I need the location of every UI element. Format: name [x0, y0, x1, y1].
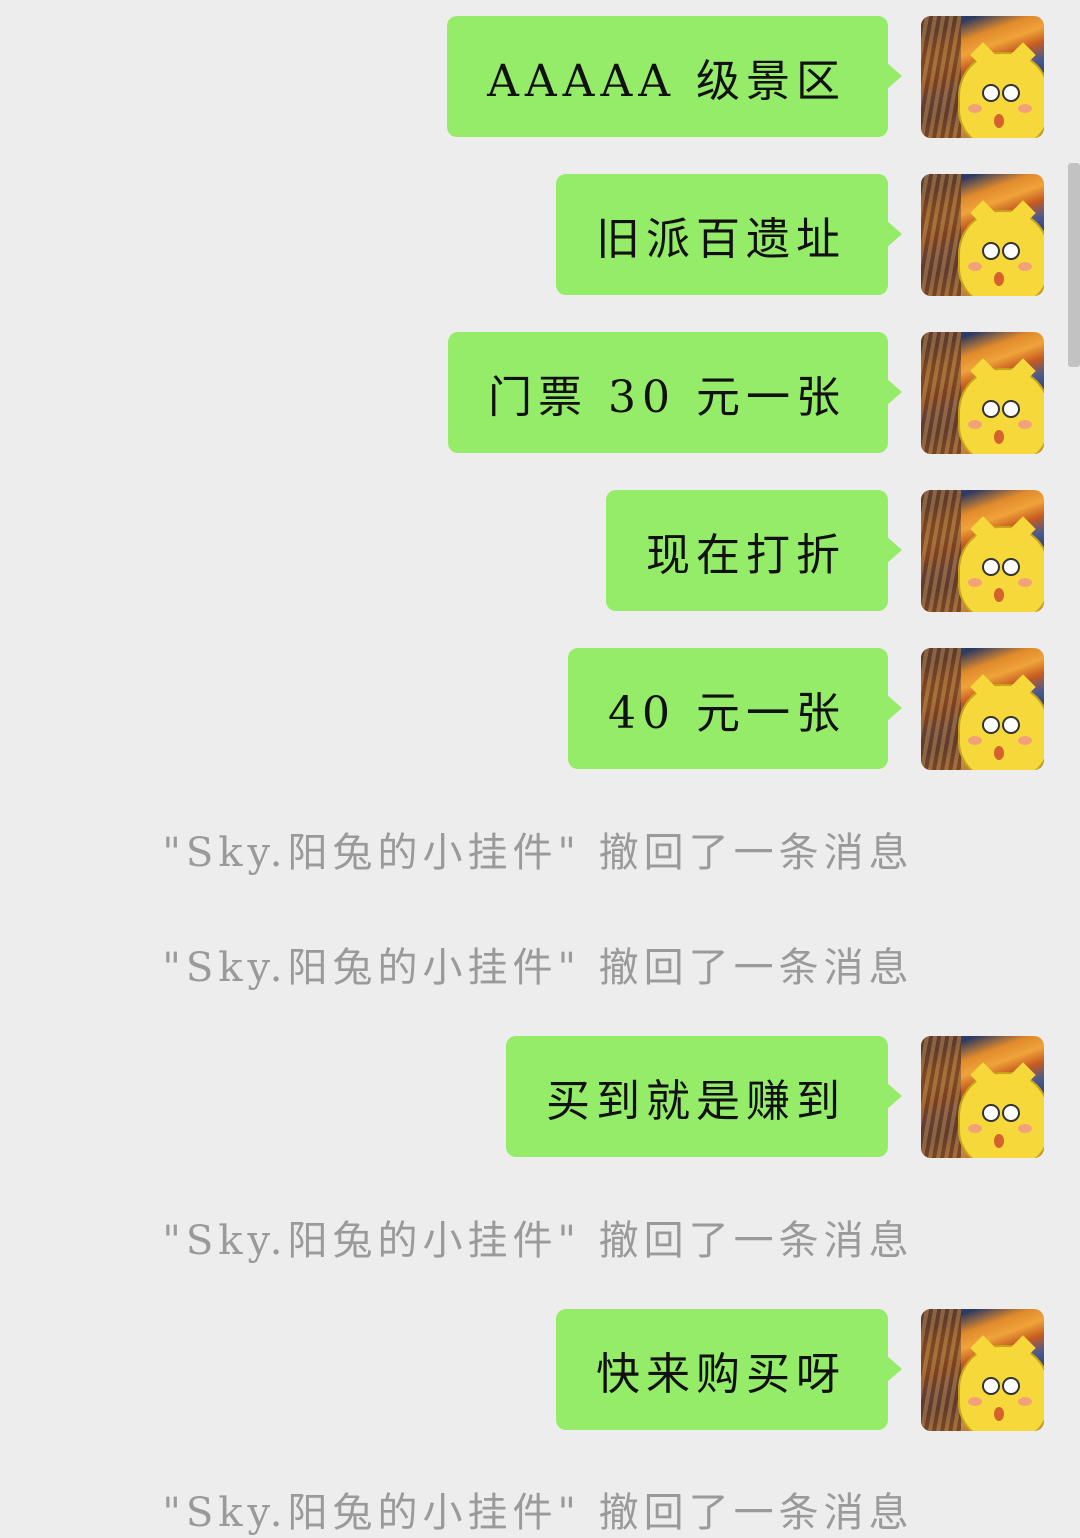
cat-ear — [970, 200, 996, 226]
message-bubble[interactable]: 40 元一张 — [568, 648, 902, 769]
cat-ear — [970, 358, 996, 384]
avatar[interactable] — [921, 1309, 1044, 1431]
cat-ear — [1010, 358, 1036, 384]
cat-eye — [1002, 1104, 1020, 1122]
recall-notice: "Sky.阳兔的小挂件" 撤回了一条消息 — [0, 1480, 1080, 1538]
cat-mouth — [994, 272, 1004, 286]
cat-eye — [1002, 84, 1020, 102]
cat-cheek — [1018, 420, 1032, 429]
cat-ear — [970, 516, 996, 542]
cat-cheek — [1018, 262, 1032, 271]
cat-ear — [1010, 200, 1036, 226]
cat-icon — [958, 1062, 1044, 1158]
cat-eye — [982, 558, 1000, 576]
avatar-background — [921, 490, 961, 612]
cat-eye — [982, 84, 1000, 102]
message-row: 现在打折 — [0, 490, 1080, 612]
avatar-background — [921, 332, 961, 454]
message-row: 门票 30 元一张 — [0, 332, 1080, 454]
message-row: 40 元一张 — [0, 648, 1080, 770]
cat-icon — [958, 200, 1044, 296]
avatar[interactable] — [921, 174, 1044, 296]
message-bubble[interactable]: 门票 30 元一张 — [448, 332, 902, 453]
message-bubble[interactable]: 旧派百遗址 — [556, 174, 902, 295]
cat-ear — [1010, 1062, 1036, 1088]
cat-cheek — [968, 1397, 982, 1406]
cat-cheek — [968, 104, 982, 113]
cat-mouth — [994, 746, 1004, 760]
cat-ear — [1010, 1335, 1036, 1361]
recall-notice: "Sky.阳兔的小挂件" 撤回了一条消息 — [0, 1208, 1080, 1266]
cat-cheek — [968, 1124, 982, 1133]
cat-ear — [970, 1062, 996, 1088]
message-row: AAAAA 级景区 — [0, 16, 1080, 138]
cat-cheek — [968, 262, 982, 271]
cat-ear — [1010, 42, 1036, 68]
cat-eye — [982, 716, 1000, 734]
avatar[interactable] — [921, 332, 1044, 454]
avatar-background — [921, 174, 961, 296]
cat-eye — [982, 242, 1000, 260]
cat-eye — [1002, 242, 1020, 260]
cat-icon — [958, 1335, 1044, 1431]
message-row: 快来购买呀 — [0, 1309, 1080, 1431]
recall-notice-text: "Sky.阳兔的小挂件" 撤回了一条消息 — [162, 1218, 914, 1264]
cat-cheek — [968, 420, 982, 429]
cat-eye — [1002, 558, 1020, 576]
cat-ear — [970, 42, 996, 68]
recall-notice: "Sky.阳兔的小挂件" 撤回了一条消息 — [0, 820, 1080, 878]
cat-cheek — [968, 578, 982, 587]
cat-eye — [1002, 1377, 1020, 1395]
scrollbar[interactable] — [1068, 163, 1080, 367]
cat-cheek — [1018, 578, 1032, 587]
cat-eye — [982, 1377, 1000, 1395]
message-bubble[interactable]: 现在打折 — [606, 490, 902, 611]
message-row: 买到就是赚到 — [0, 1036, 1080, 1158]
cat-cheek — [1018, 1397, 1032, 1406]
recall-notice: "Sky.阳兔的小挂件" 撤回了一条消息 — [0, 935, 1080, 993]
cat-icon — [958, 42, 1044, 138]
cat-eye — [982, 1104, 1000, 1122]
recall-notice-text: "Sky.阳兔的小挂件" 撤回了一条消息 — [162, 1490, 914, 1536]
cat-mouth — [994, 430, 1004, 444]
cat-cheek — [1018, 104, 1032, 113]
avatar[interactable] — [921, 648, 1044, 770]
message-row: 旧派百遗址 — [0, 174, 1080, 296]
message-bubble[interactable]: 快来购买呀 — [556, 1309, 902, 1430]
cat-ear — [970, 674, 996, 700]
avatar[interactable] — [921, 1036, 1044, 1158]
cat-mouth — [994, 1134, 1004, 1148]
cat-icon — [958, 516, 1044, 612]
cat-mouth — [994, 588, 1004, 602]
avatar-background — [921, 1036, 961, 1158]
cat-ear — [1010, 516, 1036, 542]
recall-notice-text: "Sky.阳兔的小挂件" 撤回了一条消息 — [162, 830, 914, 876]
avatar-background — [921, 1309, 961, 1431]
cat-mouth — [994, 1407, 1004, 1421]
message-bubble[interactable]: AAAAA 级景区 — [447, 16, 902, 137]
avatar[interactable] — [921, 490, 1044, 612]
cat-eye — [982, 400, 1000, 418]
cat-eye — [1002, 400, 1020, 418]
cat-cheek — [968, 736, 982, 745]
cat-mouth — [994, 114, 1004, 128]
recall-notice-text: "Sky.阳兔的小挂件" 撤回了一条消息 — [162, 945, 914, 991]
cat-ear — [1010, 674, 1036, 700]
avatar[interactable] — [921, 16, 1044, 138]
avatar-background — [921, 16, 961, 138]
cat-ear — [970, 1335, 996, 1361]
cat-eye — [1002, 716, 1020, 734]
avatar-background — [921, 648, 961, 770]
cat-cheek — [1018, 736, 1032, 745]
cat-icon — [958, 358, 1044, 454]
cat-icon — [958, 674, 1044, 770]
cat-cheek — [1018, 1124, 1032, 1133]
message-bubble[interactable]: 买到就是赚到 — [506, 1036, 902, 1157]
chat-message-list[interactable]: AAAAA 级景区 旧派百遗址 门票 30 元一张 现在打折 40 元一张 "S… — [0, 0, 1080, 1536]
